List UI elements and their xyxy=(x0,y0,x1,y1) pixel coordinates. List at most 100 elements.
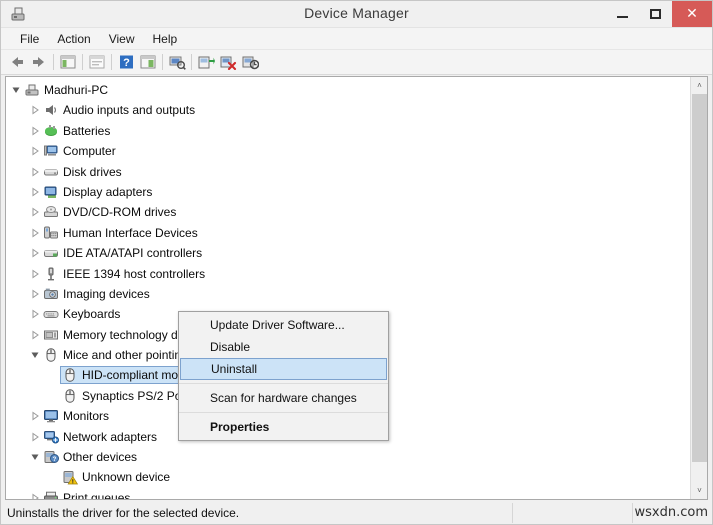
camera-icon xyxy=(43,286,59,302)
expander-collapsed-icon[interactable] xyxy=(30,187,40,197)
properties-icon[interactable] xyxy=(86,52,108,72)
expander-collapsed-icon[interactable] xyxy=(30,167,40,177)
title-bar: Device Manager ✕ xyxy=(1,1,712,28)
computer-icon xyxy=(24,82,40,98)
monitor-icon xyxy=(43,408,59,424)
context-menu-separator xyxy=(179,383,388,384)
tree-item-label: Audio inputs and outputs xyxy=(63,103,196,118)
back-icon[interactable] xyxy=(6,52,28,72)
expander-collapsed-icon[interactable] xyxy=(30,248,40,258)
tree-item[interactable]: Imaging devices xyxy=(6,284,690,304)
expander-collapsed-icon[interactable] xyxy=(30,146,40,156)
expander-collapsed-icon[interactable] xyxy=(30,330,40,340)
expander-collapsed-icon[interactable] xyxy=(30,432,40,442)
expander-collapsed-icon[interactable] xyxy=(30,309,40,319)
scrollbar-thumb[interactable] xyxy=(692,94,707,462)
ctx-scan-for-hardware-changes[interactable]: Scan for hardware changes xyxy=(179,387,388,409)
computer-small-icon xyxy=(43,143,59,159)
tree-item[interactable]: IDE ATA/ATAPI controllers xyxy=(6,243,690,263)
tree-item[interactable]: Audio inputs and outputs xyxy=(6,100,690,120)
expander-expanded-icon[interactable] xyxy=(30,350,40,360)
expander-collapsed-icon[interactable] xyxy=(30,411,40,421)
tree-item-label: Monitors xyxy=(63,409,110,424)
mouse-icon xyxy=(62,367,78,383)
tree-item[interactable]: IEEE 1394 host controllers xyxy=(6,264,690,284)
context-menu-separator xyxy=(179,412,388,413)
mouse-icon xyxy=(62,388,78,404)
show-hide-console-tree-icon[interactable] xyxy=(57,52,79,72)
tree-item[interactable]: ? Other devices xyxy=(6,447,690,467)
tree-item[interactable]: Computer xyxy=(6,141,690,161)
tree-item-label: Disk drives xyxy=(63,164,122,179)
menu-view[interactable]: View xyxy=(100,30,144,48)
close-icon: ✕ xyxy=(686,6,698,22)
tree-item[interactable]: Human Interface Devices xyxy=(6,223,690,243)
tree-item[interactable]: DVD/CD-ROM drives xyxy=(6,202,690,222)
tree-item[interactable]: Unknown device xyxy=(6,467,690,487)
firewire-icon xyxy=(43,266,59,282)
expander-collapsed-icon[interactable] xyxy=(30,269,40,279)
expander-collapsed-icon[interactable] xyxy=(30,493,40,499)
tree-item-label: IDE ATA/ATAPI controllers xyxy=(63,246,203,261)
tree-item-label: Display adapters xyxy=(63,184,153,199)
scrollbar-track[interactable] xyxy=(691,94,707,482)
menu-file[interactable]: File xyxy=(11,30,48,48)
update-driver-software-icon[interactable] xyxy=(195,52,217,72)
scan-for-hardware-changes-icon[interactable] xyxy=(166,52,188,72)
menu-action[interactable]: Action xyxy=(48,30,99,48)
other-device-icon: ? xyxy=(43,449,59,465)
tree-item-label: Network adapters xyxy=(63,429,158,444)
expander-collapsed-icon[interactable] xyxy=(30,207,40,217)
tree-item-label: Imaging devices xyxy=(63,286,150,301)
scroll-down-button[interactable]: ˅ xyxy=(691,482,707,499)
context-menu: Update Driver Software... Disable Uninstal… xyxy=(178,311,389,441)
toolbar-separator xyxy=(53,54,54,70)
ctx-properties[interactable]: Properties xyxy=(179,416,388,438)
toolbar-separator xyxy=(191,54,192,70)
minimize-button[interactable] xyxy=(606,1,639,27)
tree-item[interactable]: Batteries xyxy=(6,121,690,141)
toolbar-separator xyxy=(82,54,83,70)
mouse-icon xyxy=(43,347,59,363)
svg-text:?: ? xyxy=(123,57,130,69)
forward-icon[interactable] xyxy=(28,52,50,72)
tree-item-label: Human Interface Devices xyxy=(63,225,198,240)
window-controls: ✕ xyxy=(606,1,712,27)
tree-item-label: DVD/CD-ROM drives xyxy=(63,205,177,220)
keyboard-icon xyxy=(43,306,59,322)
expander-collapsed-icon[interactable] xyxy=(30,105,40,115)
battery-icon xyxy=(43,123,59,139)
speaker-icon xyxy=(43,102,59,118)
tree-item[interactable]: Print queues xyxy=(6,488,690,500)
menu-help[interactable]: Help xyxy=(144,30,187,48)
help-icon[interactable]: ? xyxy=(115,52,137,72)
expander-collapsed-icon[interactable] xyxy=(30,289,40,299)
tree-item[interactable]: Disk drives xyxy=(6,162,690,182)
ctx-disable[interactable]: Disable xyxy=(179,336,388,358)
tree-item[interactable]: Display adapters xyxy=(6,182,690,202)
printer-icon xyxy=(43,490,59,499)
expander-collapsed-icon[interactable] xyxy=(30,228,40,238)
tree-item-label: Print queues xyxy=(63,490,131,500)
uninstall-device-icon[interactable] xyxy=(217,52,239,72)
ctx-uninstall[interactable]: Uninstall xyxy=(180,358,387,380)
vertical-scrollbar[interactable]: ˄ ˅ xyxy=(690,77,707,499)
view-icon[interactable] xyxy=(137,52,159,72)
ctx-update-driver-software[interactable]: Update Driver Software... xyxy=(179,314,388,336)
status-message: Uninstalls the driver for the selected d… xyxy=(1,503,513,523)
toolbar-separator xyxy=(111,54,112,70)
scroll-up-button[interactable]: ˄ xyxy=(691,77,707,94)
expander-collapsed-icon[interactable] xyxy=(30,126,40,136)
expander-expanded-icon[interactable] xyxy=(11,85,21,95)
tree-item-label: Batteries xyxy=(63,123,111,138)
maximize-button[interactable] xyxy=(639,1,672,27)
close-button[interactable]: ✕ xyxy=(672,1,712,27)
disable-device-icon[interactable] xyxy=(239,52,261,72)
tree-item[interactable]: Madhuri-PC xyxy=(6,80,690,100)
tree-item-label: Unknown device xyxy=(82,470,171,485)
memory-icon xyxy=(43,327,59,343)
status-panel-2 xyxy=(513,503,633,523)
tree-item-label: Keyboards xyxy=(63,307,121,322)
menu-bar: File Action View Help xyxy=(1,28,712,50)
expander-expanded-icon[interactable] xyxy=(30,452,40,462)
